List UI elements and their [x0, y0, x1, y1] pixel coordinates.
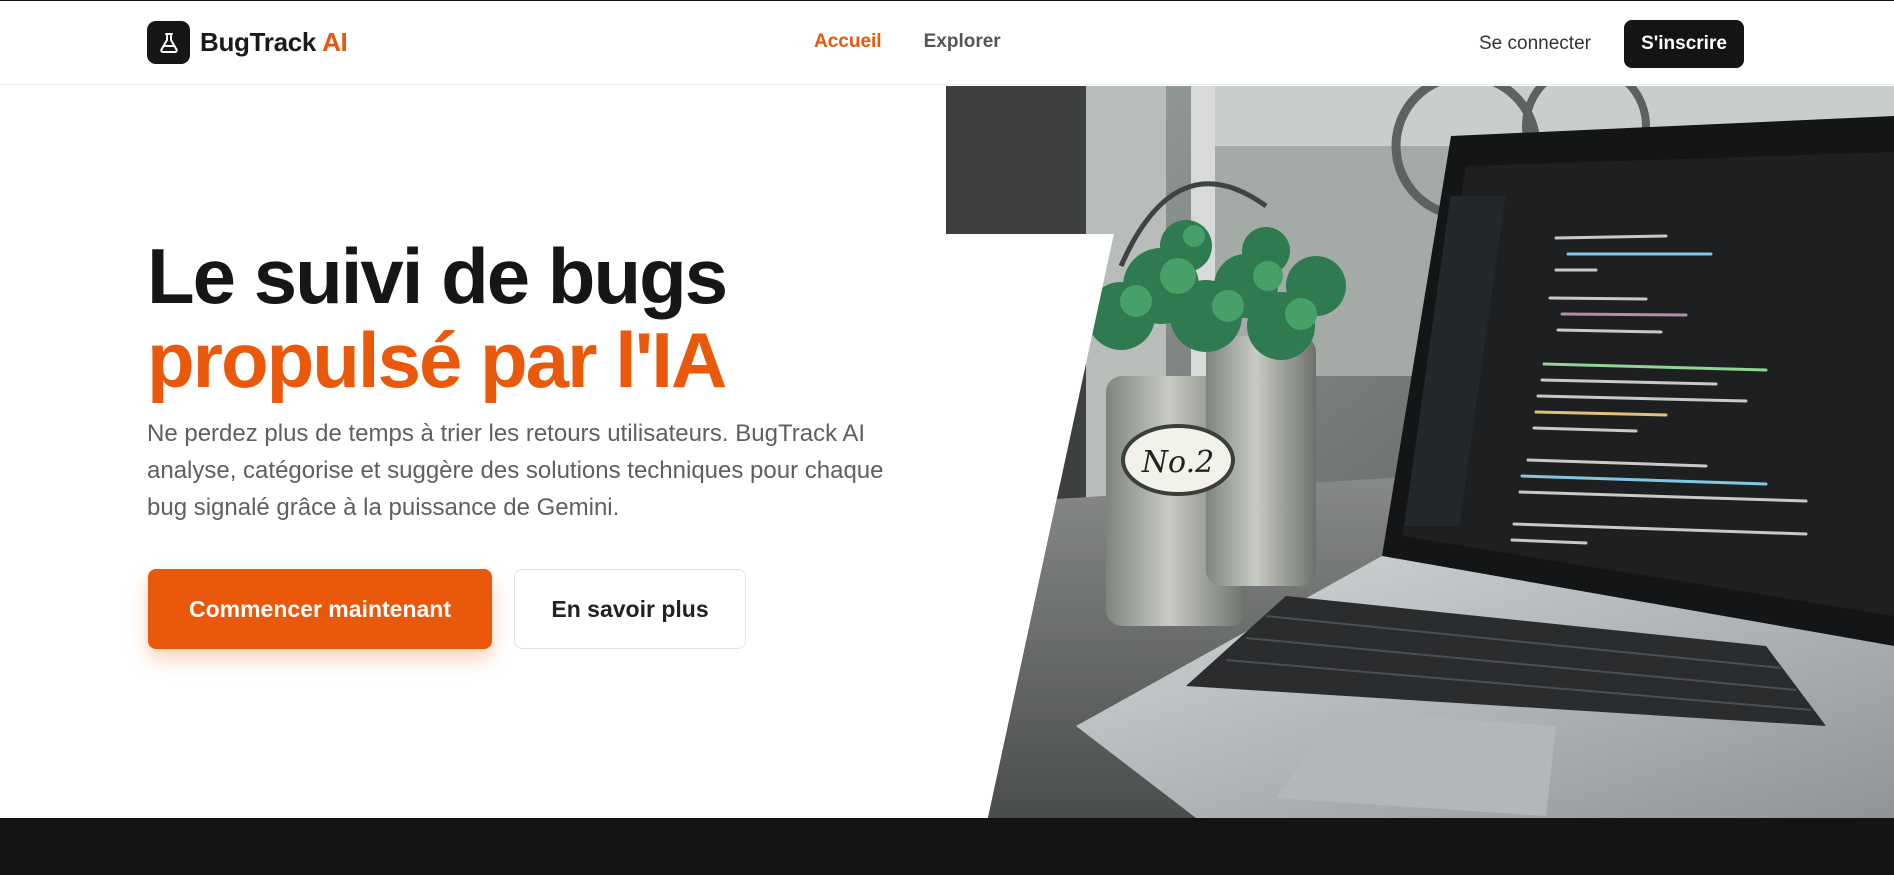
nav-home[interactable]: Accueil [814, 31, 882, 53]
main-nav: Accueil Explorer [814, 31, 1001, 53]
hero-title-line1: Le suivi de bugs [147, 232, 728, 320]
nav-explore[interactable]: Explorer [924, 31, 1001, 53]
hero-image: No.2 [946, 86, 1894, 818]
pot-label: No.2 [1141, 445, 1214, 480]
flask-icon [147, 21, 190, 64]
footer-band [0, 818, 1894, 875]
signup-button[interactable]: S'inscrire [1624, 20, 1744, 68]
hero-title-line2: propulsé par l'IA [147, 316, 727, 404]
brand-logo[interactable]: BugTrack AI [147, 21, 348, 64]
hero-title: Le suivi de bugs propulsé par l'IA [147, 232, 728, 404]
brand-name: BugTrack AI [200, 27, 348, 57]
start-now-button[interactable]: Commencer maintenant [148, 569, 492, 649]
login-link[interactable]: Se connecter [1479, 33, 1591, 55]
learn-more-button[interactable]: En savoir plus [514, 569, 746, 649]
hero-subtitle: Ne perdez plus de temps à trier les reto… [147, 420, 884, 521]
site-header: BugTrack AI Accueil Explorer Se connecte… [0, 1, 1894, 85]
